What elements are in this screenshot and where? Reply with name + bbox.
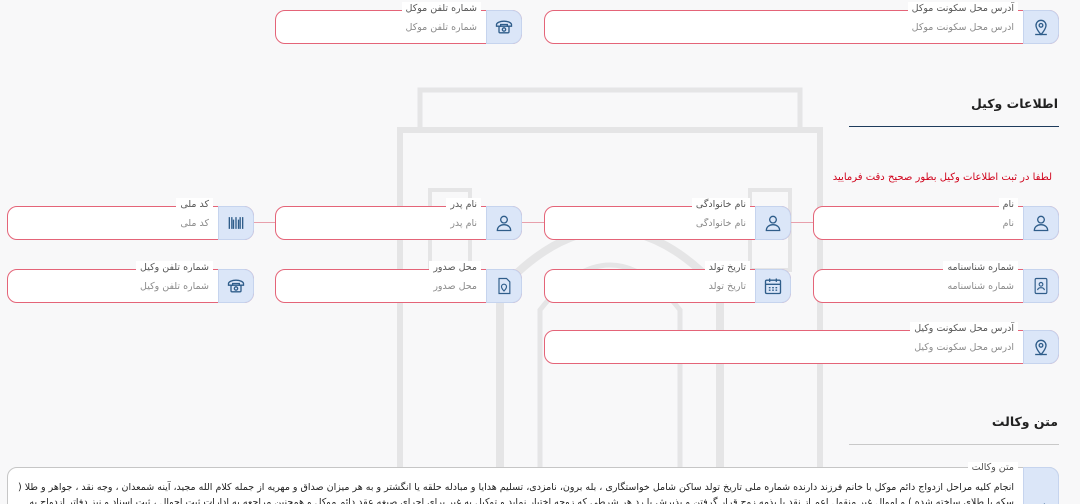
lawyer-id-number-input[interactable] xyxy=(822,281,1014,292)
user-icon xyxy=(486,206,522,240)
telephone-icon xyxy=(486,10,522,44)
lawyer-address-field[interactable]: آدرس محل سکونت وکیل xyxy=(544,322,1059,364)
row-connector xyxy=(253,222,277,223)
lawyer-last-name-field[interactable]: نام خانوادگی xyxy=(544,198,791,240)
client-phone-input[interactable] xyxy=(284,22,477,33)
id-card-icon xyxy=(1023,269,1059,303)
lawyer-national-code-field[interactable]: کد ملی xyxy=(7,198,254,240)
document-location-icon xyxy=(486,269,522,303)
user-icon xyxy=(1023,206,1059,240)
location-pin-icon xyxy=(1023,330,1059,364)
client-phone-label: شماره تلفن موکل xyxy=(401,2,481,16)
lawyer-phone-input[interactable] xyxy=(16,281,209,292)
lawyer-first-name-label: نام xyxy=(998,198,1018,212)
power-text-field[interactable]: متن وکالت انجام کلیه مراحل ازدواج دائم م… xyxy=(7,462,1059,504)
lawyer-address-label: آدرس محل سکونت وکیل xyxy=(910,322,1018,336)
lawyer-issue-place-input[interactable] xyxy=(284,281,477,292)
lawyer-issue-place-field[interactable]: محل صدور xyxy=(275,261,522,303)
row-connector xyxy=(790,222,814,223)
lawyer-issue-place-label: محل صدور xyxy=(429,261,481,275)
power-text-section-underline xyxy=(849,444,1059,445)
client-phone-field[interactable]: شماره تلفن موکل xyxy=(275,2,522,44)
lawyer-last-name-label: نام خانوادگی xyxy=(691,198,750,212)
lawyer-phone-field[interactable]: شماره تلفن وکیل xyxy=(7,261,254,303)
lawyer-father-name-input[interactable] xyxy=(284,218,477,229)
calendar-icon xyxy=(755,269,791,303)
lawyer-birth-date-input[interactable] xyxy=(553,281,746,292)
lawyer-id-number-field[interactable]: شماره شناسنامه xyxy=(813,261,1059,303)
barcode-icon xyxy=(218,206,254,240)
lawyer-national-code-input[interactable] xyxy=(16,218,209,229)
lawyer-last-name-input[interactable] xyxy=(553,218,746,229)
lawyer-first-name-field[interactable]: نام xyxy=(813,198,1059,240)
lawyer-address-input[interactable] xyxy=(553,342,1014,353)
lawyer-birth-date-label: تاریخ تولد xyxy=(704,261,750,275)
telephone-icon xyxy=(218,269,254,303)
lawyer-warning-text: لطفا در ثبت اطلاعات وکیل بطور صحیح دقت ف… xyxy=(832,172,1052,183)
pencil-icon xyxy=(1023,467,1059,504)
power-text-label: متن وکالت xyxy=(967,462,1018,474)
location-pin-icon xyxy=(1023,10,1059,44)
user-icon xyxy=(755,206,791,240)
lawyer-phone-label: شماره تلفن وکیل xyxy=(136,261,213,275)
lawyer-first-name-input[interactable] xyxy=(822,218,1014,229)
lawyer-section-title: اطلاعات وکیل xyxy=(971,96,1058,111)
lawyer-birth-date-field[interactable]: تاریخ تولد xyxy=(544,261,791,303)
lawyer-section-underline xyxy=(849,126,1059,127)
power-text-section-title: متن وکالت xyxy=(991,414,1058,429)
lawyer-id-number-label: شماره شناسنامه xyxy=(943,261,1018,275)
client-address-field[interactable]: آدرس محل سکونت موکل xyxy=(544,2,1059,44)
lawyer-father-name-field[interactable]: نام پدر xyxy=(275,198,522,240)
client-address-label: آدرس محل سکونت موکل xyxy=(907,2,1018,16)
client-address-input[interactable] xyxy=(553,22,1014,33)
lawyer-national-code-label: کد ملی xyxy=(176,198,213,212)
row-connector xyxy=(522,222,546,223)
power-text-content[interactable]: انجام کلیه مراحل ازدواج دائم موکل با خان… xyxy=(18,480,1014,504)
lawyer-father-name-label: نام پدر xyxy=(446,198,481,212)
